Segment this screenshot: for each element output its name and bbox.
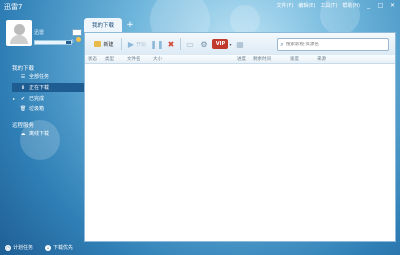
new-task-button[interactable]: 新建 (89, 37, 119, 51)
scheduled-tasks-button[interactable]: ◷ 计划任务 (5, 244, 33, 251)
list-icon: ☰ (20, 73, 26, 80)
avatar[interactable] (6, 20, 32, 46)
start-label: 开始 (136, 41, 147, 48)
medal-icon[interactable] (76, 37, 81, 42)
menu-tools[interactable]: 工具(T) (320, 2, 337, 9)
tab-my-downloads[interactable]: 我的下载 (84, 18, 122, 32)
column-filename[interactable]: 文件名 (127, 56, 141, 62)
search-box: ⌕ (277, 38, 389, 51)
column-remaining-time[interactable]: 剩余时间 (253, 56, 271, 62)
column-progress[interactable]: 进度 (237, 56, 246, 62)
new-task-label: 新建 (103, 41, 114, 48)
avatar-body-icon (10, 35, 28, 44)
search-input[interactable] (286, 42, 382, 47)
column-status[interactable]: 状态 (88, 56, 97, 62)
open-folder-button[interactable]: ▭ (183, 37, 197, 51)
play-icon: ▶ (127, 39, 135, 49)
avatar-head-icon (13, 24, 25, 35)
folder-icon (94, 41, 102, 47)
check-icon: ✔ (20, 95, 26, 102)
column-speed[interactable]: 速度 (290, 56, 299, 62)
column-header: 状态 类型 文件名 大小 进度 剩余时间 速度 来源 (85, 55, 395, 64)
start-button[interactable]: ▶ 开始 (124, 37, 150, 51)
trash-icon: 🗑 (19, 105, 27, 112)
clock-icon: ◷ (5, 244, 11, 251)
search-icon[interactable]: ⌕ (278, 41, 286, 49)
column-type[interactable]: 类型 (105, 56, 114, 62)
menu-help[interactable]: 帮助(H) (342, 2, 360, 9)
sidebar-item-completed[interactable]: ▸ ✔ 已完成 (12, 94, 85, 103)
download-arrow-icon: ⬇ (20, 84, 26, 91)
menu-file[interactable]: 文件(F) (277, 2, 294, 9)
download-priority-label: 下载优先 (53, 245, 74, 251)
vip-button[interactable]: VIP ▾ (211, 37, 233, 51)
task-list[interactable] (85, 64, 395, 241)
sidebar-item-all-tasks[interactable]: ☰ 全部任务 (12, 72, 85, 81)
scheduled-tasks-label: 计划任务 (13, 245, 34, 251)
close-button[interactable]: ✕ (389, 2, 396, 9)
download-priority-button[interactable]: ↓ 下载优先 (45, 244, 73, 251)
settings-button[interactable]: ⚙ (197, 37, 211, 51)
sidebar-item-label: 全部任务 (29, 74, 50, 80)
minimize-button[interactable]: _ (365, 2, 372, 9)
user-name[interactable]: 迅雷 (34, 29, 44, 36)
level-value: 0 (71, 39, 74, 44)
app-title: 迅雷7 (4, 3, 23, 11)
add-tab-button[interactable]: + (125, 19, 135, 30)
vip-badge-icon: VIP (212, 39, 229, 49)
cloud-icon: ☁ (20, 130, 26, 137)
sidebar-item-label: 离线下载 (29, 131, 50, 137)
main-panel: 新建 ▶ 开始 ❚❚ ✖ ▭ ⚙ VIP ▾ ▦ ⌕ 状态 类型 文件名 大小 … (84, 32, 396, 242)
mail-icon[interactable] (72, 29, 82, 36)
delete-button[interactable]: ✖ (164, 37, 178, 51)
sidebar-heading-remote: 远程服务 (12, 123, 35, 129)
sidebar-item-downloading[interactable]: ⬇ 正在下载 (12, 83, 85, 92)
sidebar-item-label: 正在下载 (29, 85, 50, 91)
level-progress-fill (35, 41, 66, 44)
maximize-button[interactable]: □ (377, 2, 384, 9)
sidebar-item-label: 垃圾箱 (29, 106, 45, 112)
sidebar-item-label: 已完成 (29, 96, 45, 102)
sidebar-heading-downloads: 我的下载 (12, 66, 35, 72)
column-size[interactable]: 大小 (153, 56, 162, 62)
sidebar-item-trash[interactable]: 🗑 垃圾箱 (12, 104, 85, 113)
column-source[interactable]: 来源 (317, 56, 326, 62)
expand-arrow-icon[interactable]: ▸ (13, 96, 15, 101)
toolbar-divider (121, 38, 122, 50)
bokeh-decoration (230, 5, 260, 35)
level-progress-bar (34, 40, 72, 45)
menu-edit[interactable]: 编辑(E) (298, 2, 315, 9)
view-toggle-button[interactable]: ▦ (233, 37, 247, 51)
chevron-down-icon: ▾ (229, 41, 232, 47)
pause-button[interactable]: ❚❚ (150, 37, 164, 51)
menubar: 文件(F) 编辑(E) 工具(T) 帮助(H) _ □ ✕ (277, 2, 396, 9)
speed-icon: ↓ (45, 244, 51, 251)
toolbar-divider (180, 38, 181, 50)
sidebar-item-offline-download[interactable]: ☁ 离线下载 (12, 129, 85, 138)
user-panel: 迅雷 0 (4, 18, 82, 56)
